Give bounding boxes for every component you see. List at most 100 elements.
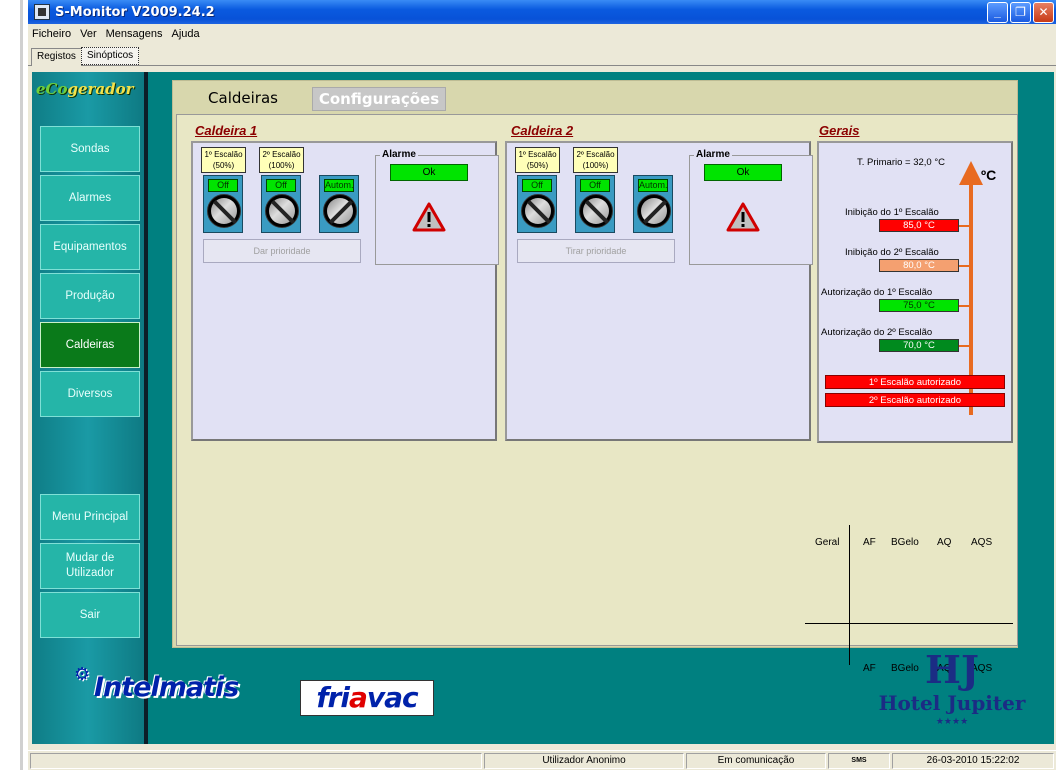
tick [959, 345, 973, 347]
sidebar-item-equipamentos[interactable]: Equipamentos [40, 224, 140, 270]
alarm-legend: Alarme [380, 149, 418, 160]
alarm-legend: Alarme [694, 149, 732, 160]
mudar-utilizador-button[interactable]: Mudar de Utilizador [40, 543, 140, 589]
caldeira2-switch-auto[interactable]: Autom. [633, 175, 673, 233]
sidebar-item-caldeiras[interactable]: Caldeiras [40, 322, 140, 368]
close-button[interactable]: ✕ [1033, 1, 1054, 23]
knob-icon [207, 194, 241, 228]
caldeira1-esc2-label: 2º Escalão (100%) [259, 147, 304, 173]
sidebar-item-producao[interactable]: Produção [40, 273, 140, 319]
switch-state: Autom. [324, 179, 354, 192]
tirar-prioridade-button[interactable]: Tirar prioridade [517, 239, 675, 263]
t-primario: T. Primario = 32,0 °C [857, 157, 946, 168]
aut-esc1-value: 75,0 °C [879, 299, 959, 312]
knob-icon [637, 194, 671, 228]
sair-button[interactable]: Sair [40, 592, 140, 638]
tick [959, 305, 973, 307]
knob-icon [521, 194, 555, 228]
caldeira1-alarm-box: Alarme Ok [375, 149, 499, 265]
gerais-title: Gerais [819, 123, 860, 138]
view-tabs: Registos Sinópticos [28, 44, 1056, 66]
title-bar: S-Monitor V2009.24.2 _ ❐ ✕ [28, 0, 1056, 24]
hotel-jupiter-logo: HJ Hotel Jupiter ★★★★ [872, 650, 1032, 746]
grid-af: AF [863, 537, 876, 548]
menu-principal-button[interactable]: Menu Principal [40, 494, 140, 540]
tab-sinopticos[interactable]: Sinópticos [81, 47, 140, 65]
grid-vertical-line [849, 525, 850, 665]
status-user: Utilizador Anonimo [484, 753, 684, 769]
esc1-autorizado-badge: 1º Escalão autorizado [825, 375, 1005, 389]
aut-esc1-label: Autorização do 1º Escalão [821, 287, 933, 298]
status-comm: Em comunicação [686, 753, 826, 769]
knob-icon [265, 194, 299, 228]
alarm-status: Ok [390, 164, 468, 181]
dar-prioridade-button[interactable]: Dar prioridade [203, 239, 361, 263]
tab-caldeiras[interactable]: Caldeiras [176, 83, 310, 113]
menu-ver[interactable]: Ver [80, 28, 97, 40]
caldeira2-panel: 1º Escalão (50%) 2º Escalão (100%) Off O… [505, 141, 813, 441]
status-bar: Utilizador Anonimo Em comunicação SMS 26… [28, 750, 1056, 770]
switch-state: Autom. [638, 179, 668, 192]
status-sms: SMS [828, 753, 890, 769]
sidebar-item-alarmes[interactable]: Alarmes [40, 175, 140, 221]
maximize-button[interactable]: ❐ [1010, 1, 1031, 23]
caldeira2-esc2-label: 2º Escalão (100%) [573, 147, 618, 173]
grid-bgelo: BGelo [891, 537, 919, 548]
friavac-logo: friavac [300, 680, 434, 716]
gear-icon: ⚙ [74, 664, 90, 685]
grid-horizontal-line [805, 623, 1013, 624]
caldeira1-switch-auto[interactable]: Autom. [319, 175, 359, 233]
minimize-button[interactable]: _ [987, 1, 1008, 23]
status-cell-empty [30, 753, 482, 769]
app-icon [34, 4, 50, 20]
caldeira2-alarm-box: Alarme Ok [689, 149, 813, 265]
switch-state: Off [580, 179, 610, 192]
warning-icon [726, 202, 760, 232]
switch-state: Off [522, 179, 552, 192]
inib-esc1-value: 85,0 °C [879, 219, 959, 232]
switch-state: Off [266, 179, 296, 192]
caldeira2-esc1-label: 1º Escalão (50%) [515, 147, 560, 173]
knob-icon [579, 194, 613, 228]
ecogerador-logo: eCogerador [36, 80, 134, 98]
caldeira1-title: Caldeira 1 [195, 123, 258, 138]
desktop-strip [0, 0, 28, 770]
caldeira1-panel: 1º Escalão (50%) 2º Escalão (100%) Off O… [191, 141, 499, 441]
warning-icon [412, 202, 446, 232]
tab-registos[interactable]: Registos [31, 48, 82, 66]
menu-mensagens[interactable]: Mensagens [106, 28, 163, 40]
menu-ajuda[interactable]: Ajuda [172, 28, 200, 40]
unit-label: ºC [981, 167, 997, 183]
caldeira2-switch-2[interactable]: Off [575, 175, 615, 233]
caldeira1-switch-1[interactable]: Off [203, 175, 243, 233]
gerais-panel: T. Primario = 32,0 °C ºC Inibição do 1º … [817, 141, 1013, 443]
sidebar-item-diversos[interactable]: Diversos [40, 371, 140, 417]
menu-bar: Ficheiro Ver Mensagens Ajuda [28, 24, 1056, 44]
intelmatis-logo: ⚙ Intelmatis [74, 664, 239, 703]
grid-aq: AQ [937, 537, 952, 548]
sidebar-item-sondas[interactable]: Sondas [40, 126, 140, 172]
inib-esc2-label: Inibição do 2º Escalão [845, 247, 939, 258]
menu-ficheiro[interactable]: Ficheiro [32, 28, 71, 40]
caldeira1-esc1-label: 1º Escalão (50%) [201, 147, 246, 173]
tick [959, 225, 973, 227]
esc2-autorizado-badge: 2º Escalão autorizado [825, 393, 1005, 407]
inib-esc1-label: Inibição do 1º Escalão [845, 207, 939, 218]
inib-esc2-value: 80,0 °C [879, 259, 959, 272]
hotel-stars: ★★★★ [935, 716, 969, 726]
tick [959, 265, 973, 267]
aut-esc2-value: 70,0 °C [879, 339, 959, 352]
knob-icon [323, 194, 357, 228]
caldeiras-page: Caldeira 1 1º Escalão (50%) 2º Escalão (… [176, 114, 1018, 674]
caldeira2-switch-1[interactable]: Off [517, 175, 557, 233]
aut-esc2-label: Autorização do 2º Escalão [821, 327, 933, 338]
hotel-mark: HJ [925, 647, 979, 692]
tab-configuracoes[interactable]: Configurações [312, 87, 446, 111]
grid-geral: Geral [815, 537, 840, 548]
alarm-status: Ok [704, 164, 782, 181]
status-datetime: 26-03-2010 15:22:02 [892, 753, 1054, 769]
caldeira2-title: Caldeira 2 [511, 123, 574, 138]
window-title: S-Monitor V2009.24.2 [55, 4, 215, 20]
caldeira1-switch-2[interactable]: Off [261, 175, 301, 233]
app-area: eCogerador Sondas Alarmes Equipamentos P… [32, 72, 1054, 744]
